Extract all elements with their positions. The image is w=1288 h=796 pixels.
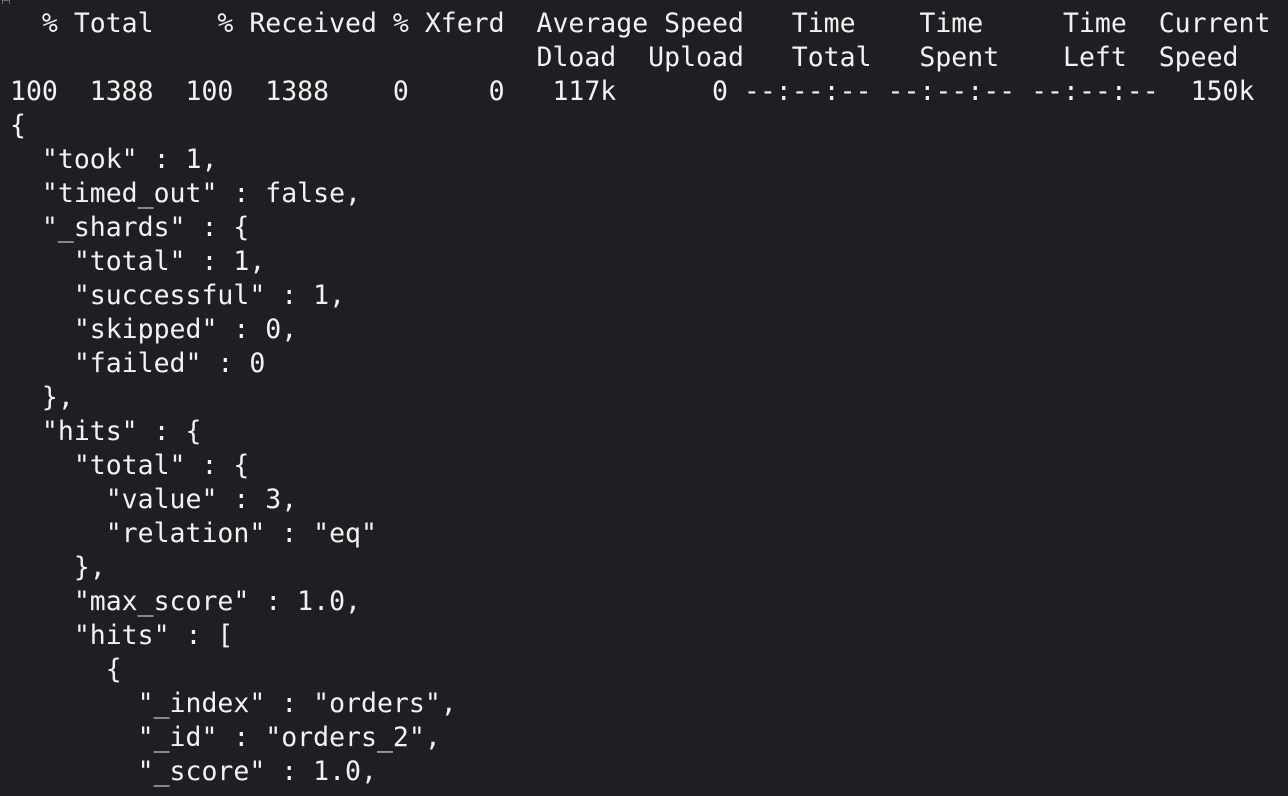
json-output-line: "skipped" : 0,: [10, 314, 298, 345]
json-output-line: "timed_out" : false,: [10, 178, 361, 209]
json-output-line: "max_score" : 1.0,: [10, 586, 361, 617]
json-output-line: "relation" : "eq": [10, 518, 377, 549]
terminal-window[interactable]: % Total % Received % Xferd Average Speed…: [0, 0, 1288, 796]
json-output-line: "hits" : {: [10, 416, 202, 447]
curl-progress-stats: 100 1388 100 1388 0 0 117k 0 --:--:-- --…: [10, 76, 1255, 107]
curl-progress-header-line-2: Dload Upload Total Spent Left Speed: [10, 42, 1239, 73]
json-output-line: "_index" : "orders",: [10, 688, 457, 719]
json-output-line: "successful" : 1,: [10, 280, 346, 311]
json-output-line: "total" : 1,: [10, 246, 266, 277]
json-output-line: "_score" : 1.0,: [10, 756, 377, 787]
scroll-indicator: [2, 0, 10, 4]
json-output-line: {: [10, 110, 26, 141]
json-output-line: },: [10, 552, 106, 583]
json-output-line: "hits" : [: [10, 620, 234, 651]
json-output-line: "took" : 1,: [10, 144, 218, 175]
json-output-line: "_shards" : {: [10, 212, 250, 243]
json-output-line: "_id" : "orders_2",: [10, 722, 441, 753]
json-output-line: {: [10, 654, 122, 685]
json-output-line: "total" : {: [10, 450, 250, 481]
json-output-line: "failed" : 0: [10, 348, 266, 379]
curl-progress-header-line-1: % Total % Received % Xferd Average Speed…: [10, 8, 1271, 39]
json-output-line: "value" : 3,: [10, 484, 298, 515]
json-output-line: },: [10, 382, 74, 413]
